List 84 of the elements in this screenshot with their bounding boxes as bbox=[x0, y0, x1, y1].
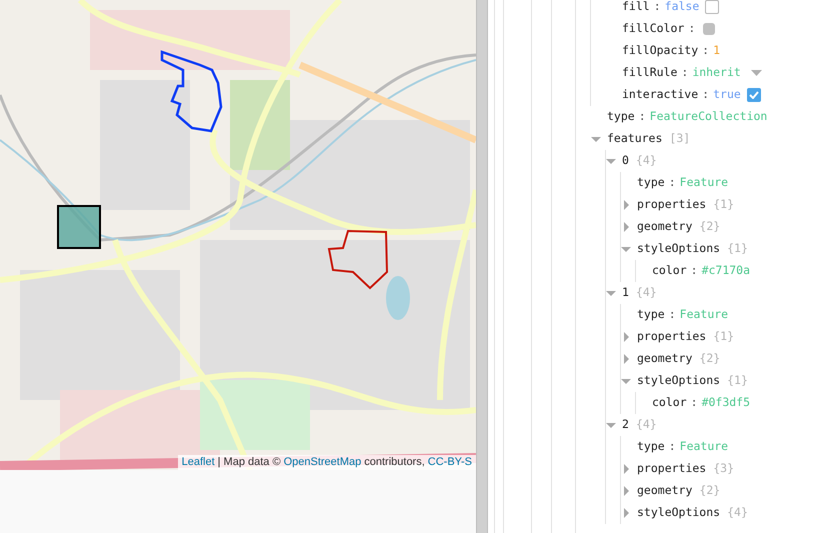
value-text: Feature bbox=[680, 438, 728, 456]
item-count: {4} bbox=[727, 504, 748, 522]
property-key: 1 bbox=[622, 284, 629, 302]
item-count: {2} bbox=[699, 482, 720, 500]
map-attribution: Leaflet | Map data © OpenStreetMap contributors, CC-BY-S bbox=[178, 455, 476, 470]
property-key: fill bbox=[622, 0, 650, 16]
caret-right-icon[interactable] bbox=[621, 200, 631, 210]
item-count: {4} bbox=[636, 152, 657, 170]
item-count: [3] bbox=[669, 130, 690, 148]
value-text: 1 bbox=[713, 42, 720, 60]
caret-right-icon[interactable] bbox=[621, 354, 631, 364]
caret-right-icon[interactable] bbox=[621, 486, 631, 496]
key-separator: : bbox=[668, 174, 676, 192]
property-key: interactive bbox=[622, 86, 698, 104]
value-text: #0f3df5 bbox=[702, 394, 750, 412]
color-swatch[interactable] bbox=[703, 23, 716, 35]
property-key: geometry bbox=[637, 482, 692, 500]
property-key: geometry bbox=[637, 350, 692, 368]
key-separator: : bbox=[690, 262, 698, 280]
attribution-link[interactable]: OpenStreetMap bbox=[284, 455, 362, 470]
check-icon bbox=[748, 91, 759, 99]
key-separator: : bbox=[688, 20, 696, 38]
caret-down-icon[interactable] bbox=[591, 134, 601, 144]
key-separator: : bbox=[702, 86, 710, 104]
value-text: true bbox=[713, 86, 741, 104]
item-count: {3} bbox=[713, 460, 734, 478]
property-key: styleOptions bbox=[637, 504, 720, 522]
item-count: {2} bbox=[699, 218, 720, 236]
property-key: fillRule bbox=[622, 64, 678, 82]
item-count: {4} bbox=[636, 416, 657, 434]
property-key: color bbox=[652, 394, 687, 412]
key-separator: : bbox=[668, 438, 676, 456]
property-key: fillColor bbox=[622, 20, 684, 38]
property-key: geometry bbox=[637, 218, 692, 236]
attribution-link[interactable]: Leaflet bbox=[182, 455, 215, 470]
key-separator: : bbox=[668, 306, 676, 324]
property-key: features bbox=[607, 130, 662, 148]
item-count: {2} bbox=[699, 350, 720, 368]
caret-down-icon[interactable] bbox=[621, 244, 631, 254]
property-key: color bbox=[652, 262, 687, 280]
value-text: FeatureCollection bbox=[650, 108, 768, 126]
caret-down-icon[interactable] bbox=[606, 288, 616, 298]
caret-right-icon[interactable] bbox=[621, 332, 631, 342]
item-count: {1} bbox=[727, 240, 748, 258]
caret-down-icon[interactable] bbox=[606, 420, 616, 430]
item-count: {1} bbox=[727, 372, 748, 390]
key-separator: : bbox=[654, 0, 661, 16]
property-key: type bbox=[637, 174, 665, 192]
property-key: 2 bbox=[622, 416, 629, 434]
dropdown-caret-icon[interactable] bbox=[750, 70, 762, 76]
polygon-overlay[interactable] bbox=[328, 230, 388, 290]
caret-right-icon[interactable] bbox=[621, 222, 631, 232]
square-overlay[interactable] bbox=[57, 205, 101, 249]
value-text: false bbox=[664, 0, 700, 16]
checkbox[interactable] bbox=[746, 88, 761, 102]
property-key: type bbox=[637, 438, 665, 456]
property-key: styleOptions bbox=[637, 240, 720, 258]
attribution-link[interactable]: CC-BY-S bbox=[428, 455, 472, 470]
property-key: properties bbox=[637, 328, 706, 346]
value-text: Feature bbox=[680, 174, 728, 192]
polygon-overlay[interactable] bbox=[160, 50, 222, 132]
value-text: #c7170a bbox=[702, 262, 750, 280]
item-count: {4} bbox=[636, 284, 657, 302]
property-key: styleOptions bbox=[637, 372, 720, 390]
value-text: inherit bbox=[692, 64, 741, 82]
property-key: type bbox=[637, 306, 665, 324]
value-text: Feature bbox=[680, 306, 728, 324]
key-separator: : bbox=[702, 42, 710, 60]
caret-right-icon[interactable] bbox=[621, 464, 631, 474]
caret-right-icon[interactable] bbox=[621, 508, 631, 518]
item-count: {1} bbox=[713, 328, 734, 346]
property-key: 0 bbox=[622, 152, 629, 170]
property-key: type bbox=[607, 108, 635, 126]
property-key: properties bbox=[637, 460, 706, 478]
key-separator: : bbox=[690, 394, 698, 412]
property-key: fillOpacity bbox=[622, 42, 698, 60]
splitter[interactable] bbox=[476, 0, 488, 533]
key-separator: : bbox=[681, 64, 688, 82]
caret-down-icon[interactable] bbox=[606, 156, 616, 166]
caret-down-icon[interactable] bbox=[621, 376, 631, 386]
property-key: properties bbox=[637, 196, 706, 214]
checkbox[interactable] bbox=[705, 0, 720, 14]
item-count: {1} bbox=[713, 196, 734, 214]
key-separator: : bbox=[638, 108, 646, 126]
